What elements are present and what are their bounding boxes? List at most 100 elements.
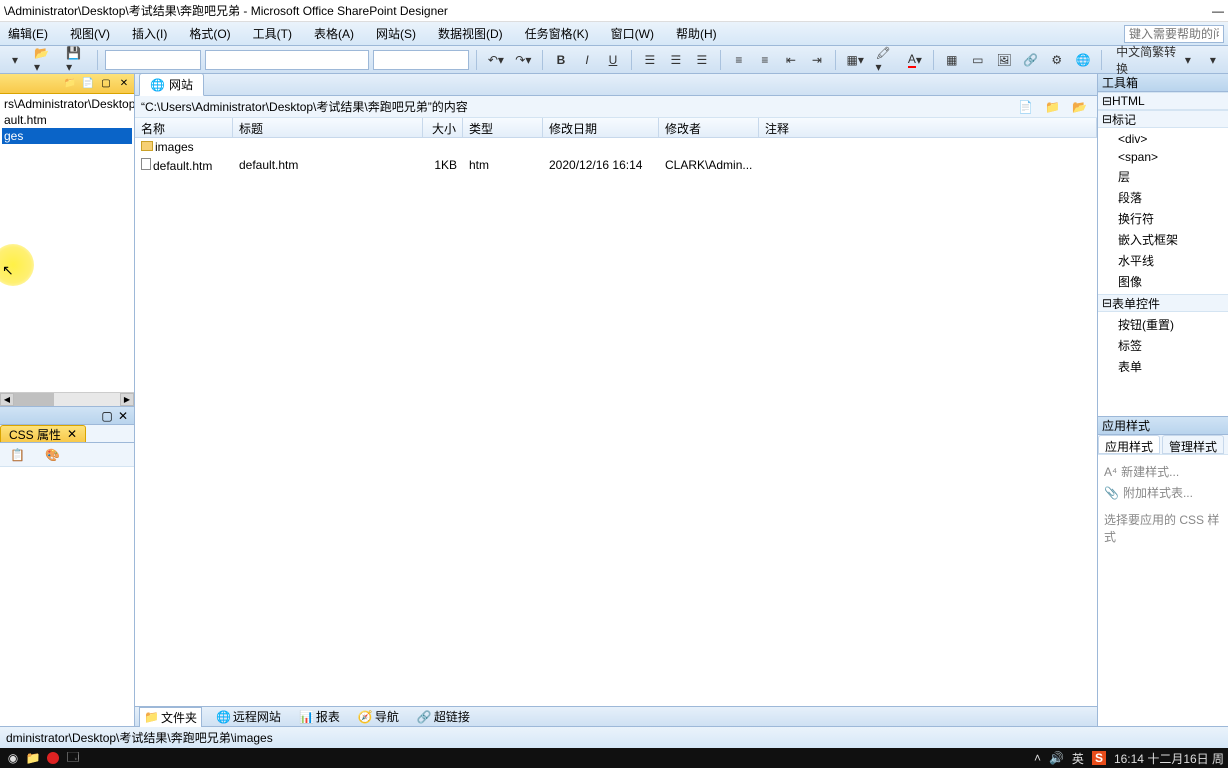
layer-button[interactable]: ▭ — [967, 49, 989, 71]
col-size[interactable]: 大小 — [423, 118, 463, 137]
new-folder-icon[interactable]: 📁 — [1041, 96, 1064, 118]
tab-navigation[interactable]: 🧭导航 — [354, 707, 403, 726]
tab-reports[interactable]: 📊报表 — [295, 707, 344, 726]
indent-button[interactable]: ⇥ — [806, 49, 828, 71]
site-tab[interactable]: 🌐 网站 — [139, 73, 204, 96]
image-button[interactable]: 🖼 — [993, 49, 1016, 71]
help-search-input[interactable] — [1124, 25, 1224, 43]
css-panel-close-icon[interactable]: ✕ — [116, 409, 130, 423]
css-summary-icon[interactable]: 📋 — [6, 444, 29, 466]
undo-button[interactable]: ↶▾ — [484, 49, 507, 71]
tool-br[interactable]: 换行符 — [1098, 208, 1228, 229]
new-style-link[interactable]: A⁴ 新建样式... — [1104, 461, 1222, 482]
align-left-button[interactable]: ☰ — [639, 49, 661, 71]
tray-up-icon[interactable]: ˄ — [1034, 751, 1041, 765]
tool-iframe[interactable]: 嵌入式框架 — [1098, 229, 1228, 250]
apply-styles-tab[interactable]: 应用样式 — [1098, 435, 1160, 454]
font-color-button[interactable]: A▾ — [904, 49, 926, 71]
folder-tree[interactable]: rs\Administrator\Desktop ault.htm ges — [0, 94, 134, 146]
style-dropdown[interactable] — [105, 50, 201, 70]
markup-group-header[interactable]: ⊟标记 — [1098, 110, 1228, 128]
manage-styles-tab[interactable]: 管理样式 — [1162, 435, 1224, 454]
tool-image[interactable]: 图像 — [1098, 271, 1228, 292]
folder-new-icon[interactable]: 📁 — [62, 76, 78, 92]
ime-indicator[interactable]: 英 — [1072, 750, 1084, 767]
tree-file[interactable]: ault.htm — [2, 112, 132, 128]
underline-button[interactable]: U — [602, 49, 624, 71]
menu-dataview[interactable]: 数据视图(D) — [434, 23, 507, 44]
form-group-header[interactable]: ⊟表单控件 — [1098, 294, 1228, 312]
col-type[interactable]: 类型 — [463, 118, 543, 137]
clock[interactable]: 16:14 十二月16日 周 — [1114, 750, 1224, 767]
scroll-left-icon[interactable]: ◀ — [0, 393, 14, 406]
italic-button[interactable]: I — [576, 49, 598, 71]
sharepoint-designer-icon[interactable]: 🗔 — [64, 750, 82, 766]
menu-edit[interactable]: 编辑(E) — [4, 23, 52, 44]
new-page-icon[interactable]: 📄 — [1014, 96, 1037, 118]
css-panel-max-icon[interactable]: ▢ — [100, 409, 114, 423]
webpart-button[interactable]: ⚙ — [1046, 49, 1068, 71]
new-button[interactable]: ▾ — [4, 49, 26, 71]
menu-window[interactable]: 窗口(W) — [607, 23, 658, 44]
menu-view[interactable]: 视图(V) — [66, 23, 114, 44]
folder-scrollbar-h[interactable]: ◀ ▶ — [0, 392, 134, 406]
chrome-icon[interactable]: ◉ — [4, 750, 22, 766]
folder-doc-icon[interactable]: 📄 — [80, 76, 96, 92]
col-name[interactable]: 名称 — [135, 118, 233, 137]
table-button[interactable]: ▦ — [941, 49, 963, 71]
col-date[interactable]: 修改日期 — [543, 118, 659, 137]
attach-stylesheet-link[interactable]: 📎 附加样式表... — [1104, 482, 1222, 503]
css-properties-tab[interactable]: CSS 属性 ✕ — [0, 425, 86, 442]
tab-remote[interactable]: 🌐远程网站 — [212, 707, 285, 726]
open-button[interactable]: 📂▾ — [30, 49, 58, 71]
align-right-button[interactable]: ☰ — [691, 49, 713, 71]
outdent-button[interactable]: ⇤ — [780, 49, 802, 71]
tree-selected[interactable]: ges — [2, 128, 132, 144]
menu-tools[interactable]: 工具(T) — [249, 23, 296, 44]
tool-label[interactable]: 标签 — [1098, 335, 1228, 356]
folder-close-icon[interactable]: ✕ — [116, 76, 132, 92]
col-comment[interactable]: 注释 — [759, 118, 1097, 137]
record-icon[interactable] — [44, 750, 62, 766]
toolbar-overflow[interactable]: ▾ — [1202, 49, 1224, 71]
tool-hr[interactable]: 水平线 — [1098, 250, 1228, 271]
scroll-thumb[interactable] — [14, 393, 54, 406]
sougou-icon[interactable]: S — [1092, 751, 1106, 765]
cn-convert-button[interactable]: 中文简繁转换 ▾ — [1109, 49, 1198, 71]
highlight-button[interactable]: 🖍▾ — [872, 49, 900, 71]
folder-max-icon[interactable]: ▢ — [98, 76, 114, 92]
menu-site[interactable]: 网站(S) — [372, 23, 420, 44]
bullet-list-button[interactable]: ≡ — [754, 49, 776, 71]
save-button[interactable]: 💾▾ — [62, 49, 90, 71]
hyperlink-button[interactable]: 🔗 — [1019, 49, 1041, 71]
bold-button[interactable]: B — [550, 49, 572, 71]
col-title[interactable]: 标题 — [233, 118, 423, 137]
tool-div[interactable]: <div> — [1098, 130, 1228, 148]
up-folder-icon[interactable]: 📂 — [1068, 96, 1091, 118]
file-row[interactable]: default.htm default.htm 1KB htm 2020/12/… — [135, 156, 1097, 174]
preview-button[interactable]: 🌐 — [1072, 49, 1094, 71]
menu-table[interactable]: 表格(A) — [310, 23, 358, 44]
tool-paragraph[interactable]: 段落 — [1098, 187, 1228, 208]
tool-reset-button[interactable]: 按钮(重置) — [1098, 314, 1228, 335]
font-size-dropdown[interactable] — [373, 50, 469, 70]
menu-help[interactable]: 帮助(H) — [672, 23, 721, 44]
css-tab-close-icon[interactable]: ✕ — [67, 427, 77, 441]
redo-button[interactable]: ↷▾ — [512, 49, 535, 71]
css-rules-icon[interactable]: 🎨 — [41, 444, 64, 466]
minimize-button[interactable]: — — [1212, 4, 1224, 18]
tool-layer[interactable]: 层 — [1098, 166, 1228, 187]
borders-button[interactable]: ▦▾ — [843, 49, 868, 71]
tab-folders[interactable]: 📁文件夹 — [139, 707, 202, 727]
menu-format[interactable]: 格式(O) — [185, 23, 234, 44]
align-center-button[interactable]: ☰ — [665, 49, 687, 71]
col-modby[interactable]: 修改者 — [659, 118, 759, 137]
numbered-list-button[interactable]: ≡ — [728, 49, 750, 71]
tool-form[interactable]: 表单 — [1098, 356, 1228, 377]
explorer-icon[interactable]: 📁 — [24, 750, 42, 766]
file-row[interactable]: images — [135, 138, 1097, 156]
menu-taskpane[interactable]: 任务窗格(K) — [521, 23, 593, 44]
tab-hyperlinks[interactable]: 🔗超链接 — [413, 707, 474, 726]
tool-span[interactable]: <span> — [1098, 148, 1228, 166]
volume-icon[interactable]: 🔊 — [1049, 751, 1064, 765]
